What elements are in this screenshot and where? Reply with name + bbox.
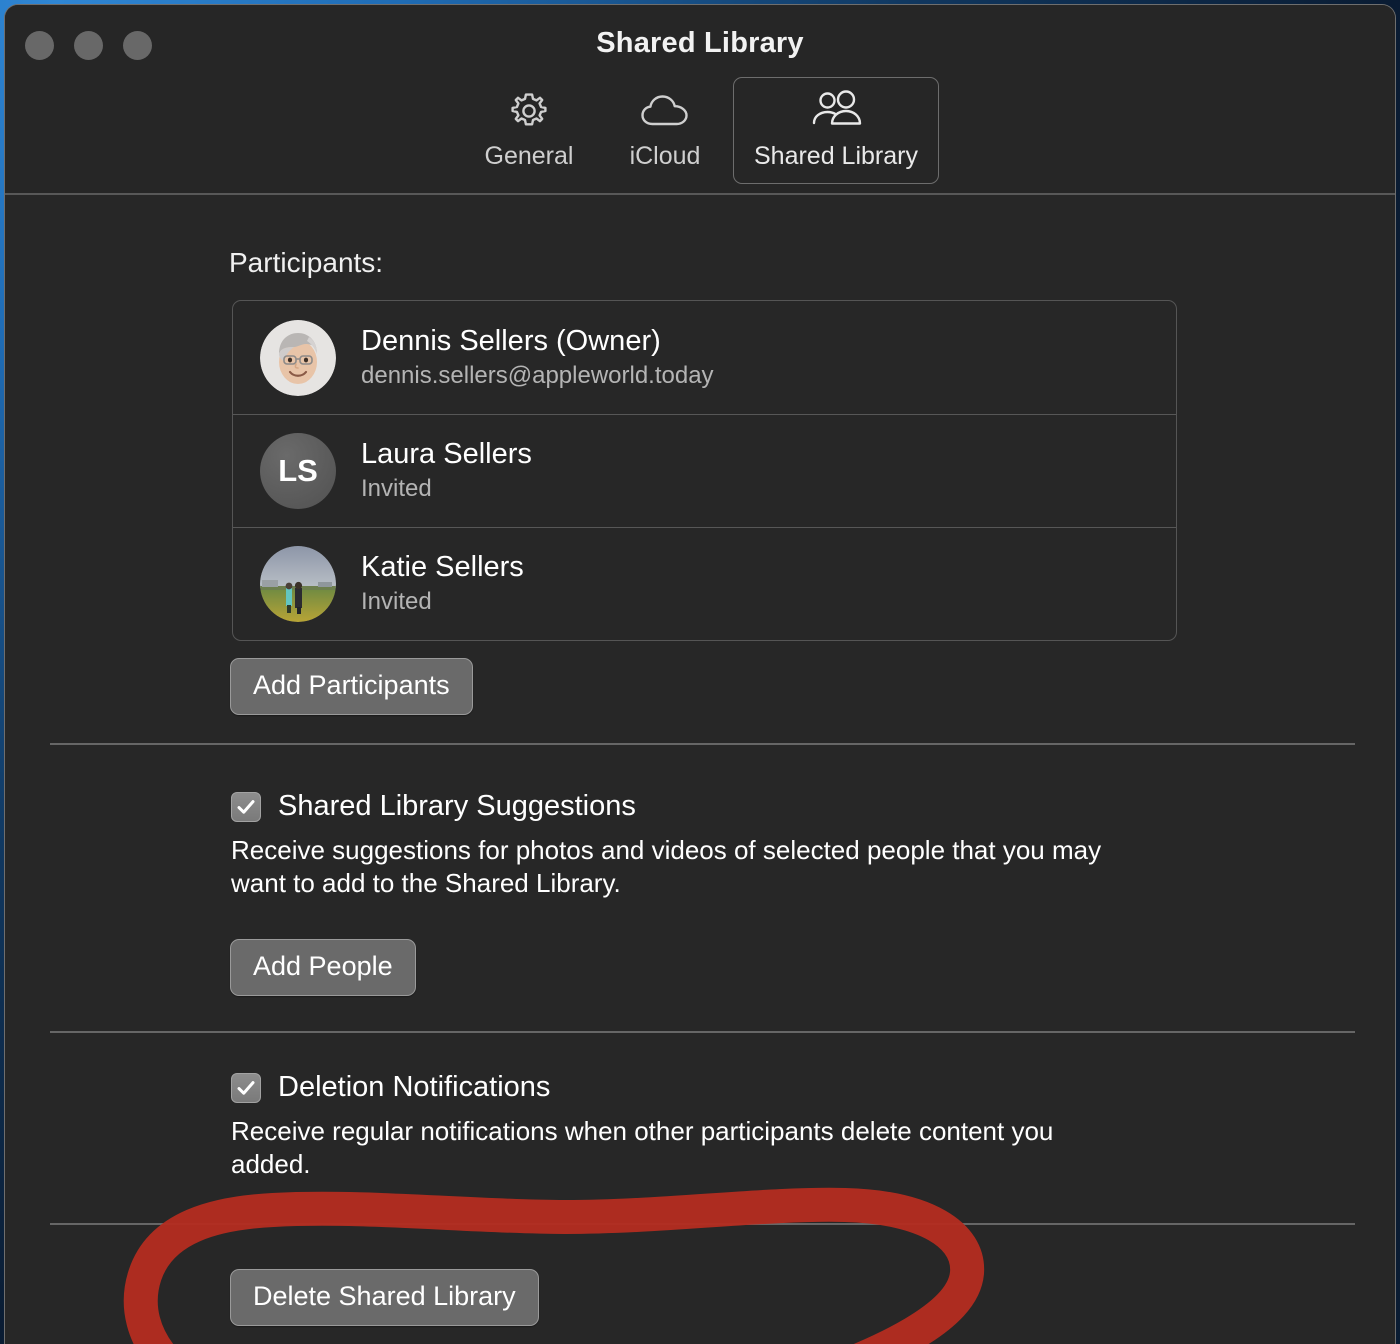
delete-shared-library-button[interactable]: Delete Shared Library: [230, 1269, 539, 1326]
deletion-notifications-setting: Deletion Notifications Receive regular n…: [231, 1071, 1121, 1182]
tab-shared-library-label: Shared Library: [754, 142, 918, 170]
deletion-description: Receive regular notifications when other…: [231, 1116, 1054, 1180]
table-row[interactable]: Katie Sellers Invited: [233, 527, 1176, 640]
people-icon: [809, 88, 863, 134]
deletion-checkbox-row[interactable]: Deletion Notifications: [231, 1071, 1121, 1104]
suggestions-description: Receive suggestions for photos and video…: [231, 835, 1102, 899]
section-divider: [50, 743, 1355, 745]
suggestions-checkbox-row[interactable]: Shared Library Suggestions: [231, 790, 1121, 823]
table-row[interactable]: LS Laura Sellers Invited: [233, 414, 1176, 527]
participant-info: Dennis Sellers (Owner) dennis.sellers@ap…: [361, 325, 714, 390]
shared-library-suggestions-setting: Shared Library Suggestions Receive sugge…: [231, 790, 1121, 901]
tab-shared-library[interactable]: Shared Library: [733, 77, 939, 184]
participants-label: Participants:: [229, 247, 384, 278]
cloud-icon: [640, 88, 690, 134]
memoji-avatar-icon: [260, 319, 336, 396]
tab-icloud-label: iCloud: [629, 142, 701, 170]
tab-icloud[interactable]: iCloud: [597, 77, 733, 184]
tab-general-label: General: [484, 142, 574, 170]
shared-library-settings-pane: Participants: Dennis Sellers (Owner) den…: [5, 195, 1395, 1343]
add-people-button[interactable]: Add People: [230, 939, 416, 996]
avatar: LS: [260, 432, 336, 509]
photo-avatar-icon: [260, 545, 336, 622]
checkbox-checked-icon[interactable]: [231, 791, 261, 822]
tab-general[interactable]: General: [461, 77, 597, 184]
window-titlebar: Shared Library General iCloud Shared Lib…: [5, 5, 1395, 195]
participant-detail: Invited: [361, 588, 432, 615]
participant-name: Laura Sellers: [361, 438, 532, 470]
suggestions-title: Shared Library Suggestions: [278, 790, 636, 822]
gear-icon: [507, 88, 551, 134]
page-title: Shared Library: [596, 27, 804, 59]
avatar: [260, 319, 336, 396]
preferences-toolbar: General iCloud Shared Library: [5, 77, 1395, 184]
avatar: [260, 545, 336, 622]
participant-detail: dennis.sellers@appleworld.today: [361, 362, 714, 389]
shared-library-preferences-window: Shared Library General iCloud Shared Lib…: [4, 4, 1396, 1344]
avatar-initials: LS: [260, 432, 336, 509]
table-row[interactable]: Dennis Sellers (Owner) dennis.sellers@ap…: [233, 301, 1176, 414]
section-divider: [50, 1031, 1355, 1033]
section-divider: [50, 1223, 1355, 1225]
deletion-title: Deletion Notifications: [278, 1071, 551, 1103]
participants-list: Dennis Sellers (Owner) dennis.sellers@ap…: [232, 300, 1177, 641]
participant-info: Laura Sellers Invited: [361, 438, 532, 503]
participant-name: Dennis Sellers (Owner): [361, 325, 661, 357]
participant-detail: Invited: [361, 475, 432, 502]
add-participants-button[interactable]: Add Participants: [230, 658, 473, 715]
checkbox-checked-icon[interactable]: [231, 1072, 261, 1103]
participant-info: Katie Sellers Invited: [361, 551, 524, 616]
participant-name: Katie Sellers: [361, 551, 524, 583]
